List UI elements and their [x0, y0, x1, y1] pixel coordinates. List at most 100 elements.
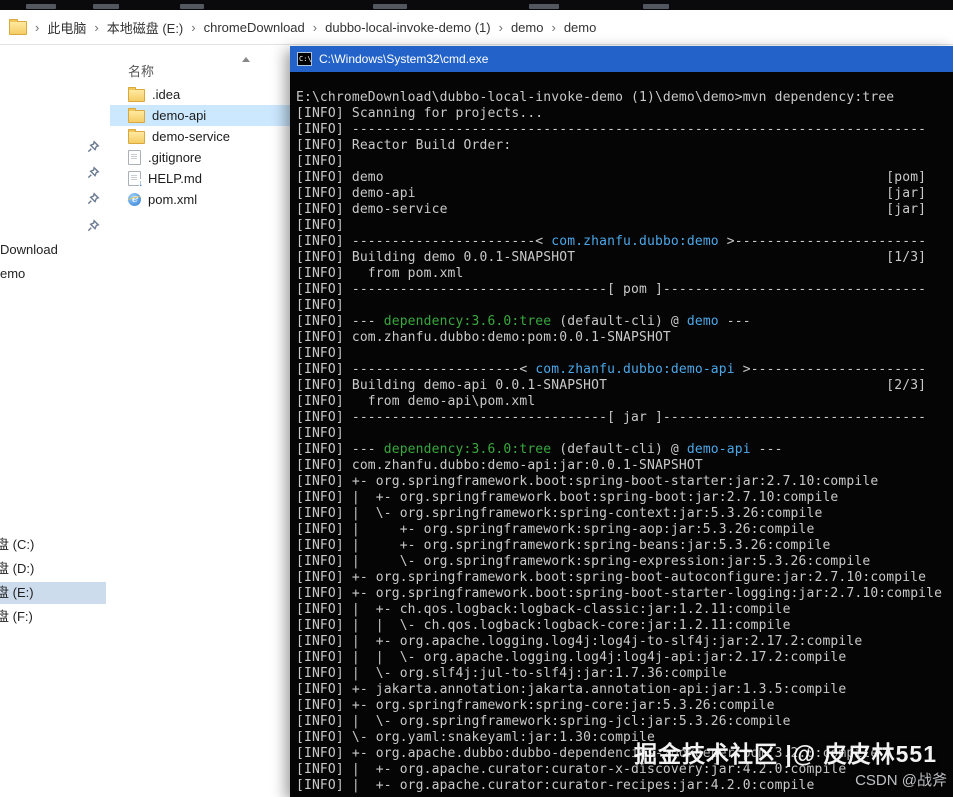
address-bar[interactable]: › 此电脑 › 本地磁盘 (E:) › chromeDownload › dubbo-loca…	[0, 10, 953, 45]
console-line: [INFO] demo-service [jar]	[296, 202, 927, 217]
console-line: [INFO] +- org.springframework.boot:sprin…	[296, 586, 943, 601]
pin-icon[interactable]	[86, 166, 100, 180]
folder-icon	[128, 108, 145, 123]
console-line: [INFO] --- dependency:3.6.0:tree (defaul…	[296, 442, 783, 457]
sidebar-drive-e[interactable]: 盘 (E:)	[0, 582, 106, 604]
file-row[interactable]: pom.xml	[110, 189, 320, 210]
file-row[interactable]: HELP.md	[110, 168, 320, 189]
sort-ascending-icon[interactable]	[242, 57, 250, 62]
console-line: [INFO] | | \- org.apache.logging.log4j:l…	[296, 650, 847, 665]
cmd-titlebar[interactable]: C:\Windows\System32\cmd.exe	[290, 46, 953, 72]
folder-icon	[128, 87, 145, 102]
chevron-right-icon: ›	[551, 19, 556, 35]
breadcrumb-item[interactable]: 本地磁盘 (E:)	[107, 18, 184, 37]
console-line: [INFO] | \- org.springframework:spring-j…	[296, 714, 791, 729]
cmd-title: C:\Windows\System32\cmd.exe	[319, 52, 489, 66]
console-line: [INFO]	[296, 426, 344, 441]
chevron-right-icon: ›	[35, 19, 40, 35]
console-line: [INFO] +- jakarta.annotation:jakarta.ann…	[296, 682, 847, 697]
console-line: [INFO]	[296, 154, 344, 169]
sidebar-drive-d[interactable]: 盘 (D:)	[0, 558, 106, 580]
truncated-menu-text	[93, 4, 119, 9]
console-line: [INFO] | +- org.springframework.boot:spr…	[296, 490, 839, 505]
truncated-menu-text	[373, 4, 407, 9]
console-line: [INFO] +- org.springframework:spring-cor…	[296, 698, 775, 713]
file-icon	[128, 150, 141, 165]
top-menu-strip	[0, 0, 953, 10]
sidebar-item-download[interactable]: Download	[0, 239, 106, 261]
breadcrumb: › 此电脑 › 本地磁盘 (E:) › chromeDownload › dubbo-loca…	[27, 18, 596, 37]
console-line: [INFO] | +- org.springframework:spring-b…	[296, 538, 831, 553]
file-name: demo-api	[152, 108, 207, 123]
chevron-right-icon: ›	[312, 19, 318, 35]
cmd-window: C:\Windows\System32\cmd.exe E:\chromeDow…	[290, 46, 953, 797]
chevron-right-icon: ›	[191, 19, 196, 35]
file-name: HELP.md	[148, 171, 202, 186]
console-line: [INFO] -----------------------< com.zhan…	[296, 234, 927, 249]
folder-icon	[128, 129, 145, 144]
console-line: [INFO] ---------------------< com.zhanfu…	[296, 362, 927, 377]
pin-icon[interactable]	[86, 192, 100, 206]
breadcrumb-item[interactable]: 此电脑	[47, 18, 86, 37]
console-line: [INFO]	[296, 218, 344, 233]
xml-browser-icon	[128, 192, 141, 206]
markdown-icon	[128, 171, 143, 188]
console-line: [INFO] com.zhanfu.dubbo:demo-api:jar:0.0…	[296, 458, 703, 473]
file-name: .gitignore	[148, 150, 202, 165]
breadcrumb-item[interactable]: chromeDownload	[204, 20, 305, 35]
truncated-menu-text	[643, 4, 669, 9]
console-line: [INFO] --------------------------------[…	[296, 410, 927, 425]
console-line: [INFO] from pom.xml	[296, 266, 464, 281]
console-line: [INFO] | +- org.apache.logging.log4j:log…	[296, 634, 863, 649]
console-line: [INFO] +- org.springframework.boot:sprin…	[296, 474, 879, 489]
file-row[interactable]: .idea	[110, 84, 320, 105]
column-header-name[interactable]: 名称	[128, 61, 154, 80]
watermark-secondary: CSDN @战斧	[855, 772, 947, 789]
chevron-right-icon: ›	[94, 19, 99, 35]
console-line: [INFO] Building demo-api 0.0.1-SNAPSHOT …	[296, 378, 927, 393]
console-line: [INFO] --- dependency:3.6.0:tree (defaul…	[296, 314, 751, 329]
file-name: pom.xml	[148, 192, 198, 207]
file-row[interactable]: .gitignore	[110, 147, 320, 168]
console-line: [INFO] demo-api [jar]	[296, 186, 927, 201]
file-name: .idea	[152, 87, 181, 102]
breadcrumb-item[interactable]: demo	[564, 20, 597, 35]
watermark-primary: 掘金技术社区 |@ 皮皮林551	[633, 741, 937, 767]
file-row[interactable]: demo-service	[110, 126, 320, 147]
folder-icon	[9, 19, 27, 35]
console-line: [INFO] Scanning for projects...	[296, 106, 544, 121]
console-line: [INFO]	[296, 346, 344, 361]
file-name: demo-service	[152, 129, 231, 144]
pin-icon[interactable]	[86, 140, 100, 154]
console-line: E:\chromeDownload\dubbo-local-invoke-dem…	[296, 90, 895, 105]
breadcrumb-item[interactable]: dubbo-local-invoke-demo (1)	[325, 20, 490, 35]
console-line: [INFO] Building demo 0.0.1-SNAPSHOT [1/3…	[296, 250, 927, 265]
console-line: [INFO] | | \- ch.qos.logback:logback-cor…	[296, 618, 791, 633]
console-line: [INFO] | \- org.springframework:spring-e…	[296, 554, 871, 569]
console-line: [INFO] | \- org.springframework:spring-c…	[296, 506, 823, 521]
console-line: [INFO] --------------------------------[…	[296, 282, 927, 297]
breadcrumb-item[interactable]: demo	[511, 20, 544, 35]
console-line: [INFO] Reactor Build Order:	[296, 138, 512, 153]
console-line: [INFO] from demo-api\pom.xml	[296, 394, 536, 409]
sidebar-drive-c[interactable]: 盘 (C:)	[0, 534, 106, 556]
sidebar-drive-f[interactable]: 盘 (F:)	[0, 606, 106, 628]
console-line: [INFO] | +- org.springframework:spring-a…	[296, 522, 815, 537]
file-row[interactable]: demo-api	[110, 105, 320, 126]
pin-icon[interactable]	[86, 219, 100, 233]
console-line: [INFO]	[296, 298, 344, 313]
file-list: 名称 .idea demo-api demo-service .gitignor…	[110, 46, 320, 797]
console-line: [INFO] | \- org.slf4j:jul-to-slf4j:jar:1…	[296, 666, 727, 681]
navigation-pane: Download emo 盘 (C:) 盘 (D:) 盘 (E:) 盘 (F:)	[0, 46, 106, 797]
console-line: [INFO] demo [pom]	[296, 170, 927, 185]
console-line: [INFO] ---------------------------------…	[296, 122, 927, 137]
truncated-menu-text	[529, 4, 559, 9]
console-line: [INFO] | +- ch.qos.logback:logback-class…	[296, 602, 791, 617]
console-line: [INFO] +- org.springframework.boot:sprin…	[296, 570, 927, 585]
truncated-menu-text	[26, 4, 56, 9]
truncated-menu-text	[180, 4, 204, 9]
console-output[interactable]: E:\chromeDownload\dubbo-local-invoke-dem…	[290, 72, 953, 797]
list-header: 名称	[110, 46, 320, 84]
sidebar-item-demo[interactable]: emo	[0, 263, 106, 285]
console-line: [INFO] com.zhanfu.dubbo:demo:pom:0.0.1-S…	[296, 330, 671, 345]
